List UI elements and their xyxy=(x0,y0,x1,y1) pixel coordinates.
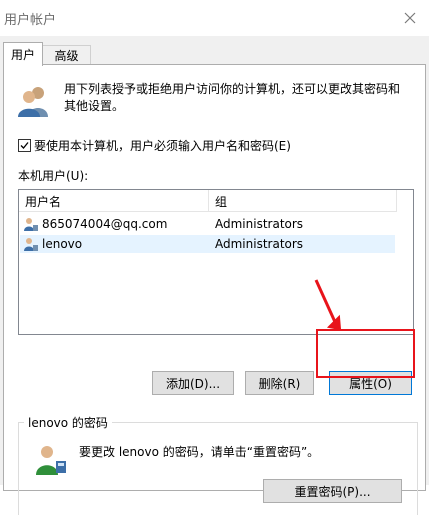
user-password-icon xyxy=(36,446,66,475)
require-login-row[interactable]: 要使用本计算机，用户必须输入用户名和密码(E) xyxy=(18,137,291,154)
column-header-group[interactable]: 组 xyxy=(215,193,227,210)
window-title: 用户帐户 xyxy=(4,13,57,28)
require-login-checkbox[interactable] xyxy=(18,139,31,152)
user-name: lenovo xyxy=(42,237,83,251)
table-row[interactable]: 865074004@qq.com Administrators xyxy=(20,215,395,233)
column-header-username[interactable]: 用户名 xyxy=(25,193,61,210)
user-icon xyxy=(24,238,38,251)
description-text: 用下列表授予或拒绝用户访问你的计算机，还可以更改其密码和其他设置。 xyxy=(64,82,401,113)
dialog-client: 高级 用户 用下列表授予或拒绝用户访问你的计算机，还可以更改其密码和其他设置。 … xyxy=(0,36,429,515)
user-group: Administrators xyxy=(215,217,304,231)
close-button[interactable] xyxy=(397,6,423,30)
local-users-label: 本机用户(U): xyxy=(18,169,89,183)
annotation-highlight-box xyxy=(316,329,415,378)
title-bar: 用户帐户 xyxy=(0,0,429,36)
password-group-title: lenovo 的密码 xyxy=(24,414,112,431)
user-icon xyxy=(24,218,38,231)
remove-user-button[interactable]: 删除(R) xyxy=(245,371,314,395)
list-header: 用户名 组 xyxy=(19,190,397,212)
tab-users-label: 用户 xyxy=(10,48,35,62)
tab-advanced-label: 高级 xyxy=(54,49,79,63)
column-divider[interactable] xyxy=(208,190,209,211)
table-row[interactable]: lenovo Administrators xyxy=(20,235,395,253)
users-list[interactable]: 用户名 组 865074004@qq.com Administrators le… xyxy=(18,189,414,335)
reset-password-button[interactable]: 重置密码(P)... xyxy=(263,479,402,503)
password-description: 要更改 lenovo 的密码，请单击“重置密码”。 xyxy=(79,445,320,459)
users-tab-panel: 用下列表授予或拒绝用户访问你的计算机，还可以更改其密码和其他设置。 要使用本计算… xyxy=(3,64,426,515)
tab-advanced[interactable]: 高级 xyxy=(42,45,91,65)
tab-users[interactable]: 用户 xyxy=(3,42,43,66)
require-login-label: 要使用本计算机，用户必须输入用户名和密码(E) xyxy=(34,139,291,153)
user-name: 865074004@qq.com xyxy=(42,217,168,231)
users-icon xyxy=(18,87,48,117)
checkmark-icon xyxy=(20,142,29,149)
close-icon xyxy=(404,12,416,24)
add-user-button[interactable]: 添加(D)... xyxy=(152,371,234,395)
column-divider[interactable] xyxy=(396,190,397,211)
user-group: Administrators xyxy=(215,237,304,251)
